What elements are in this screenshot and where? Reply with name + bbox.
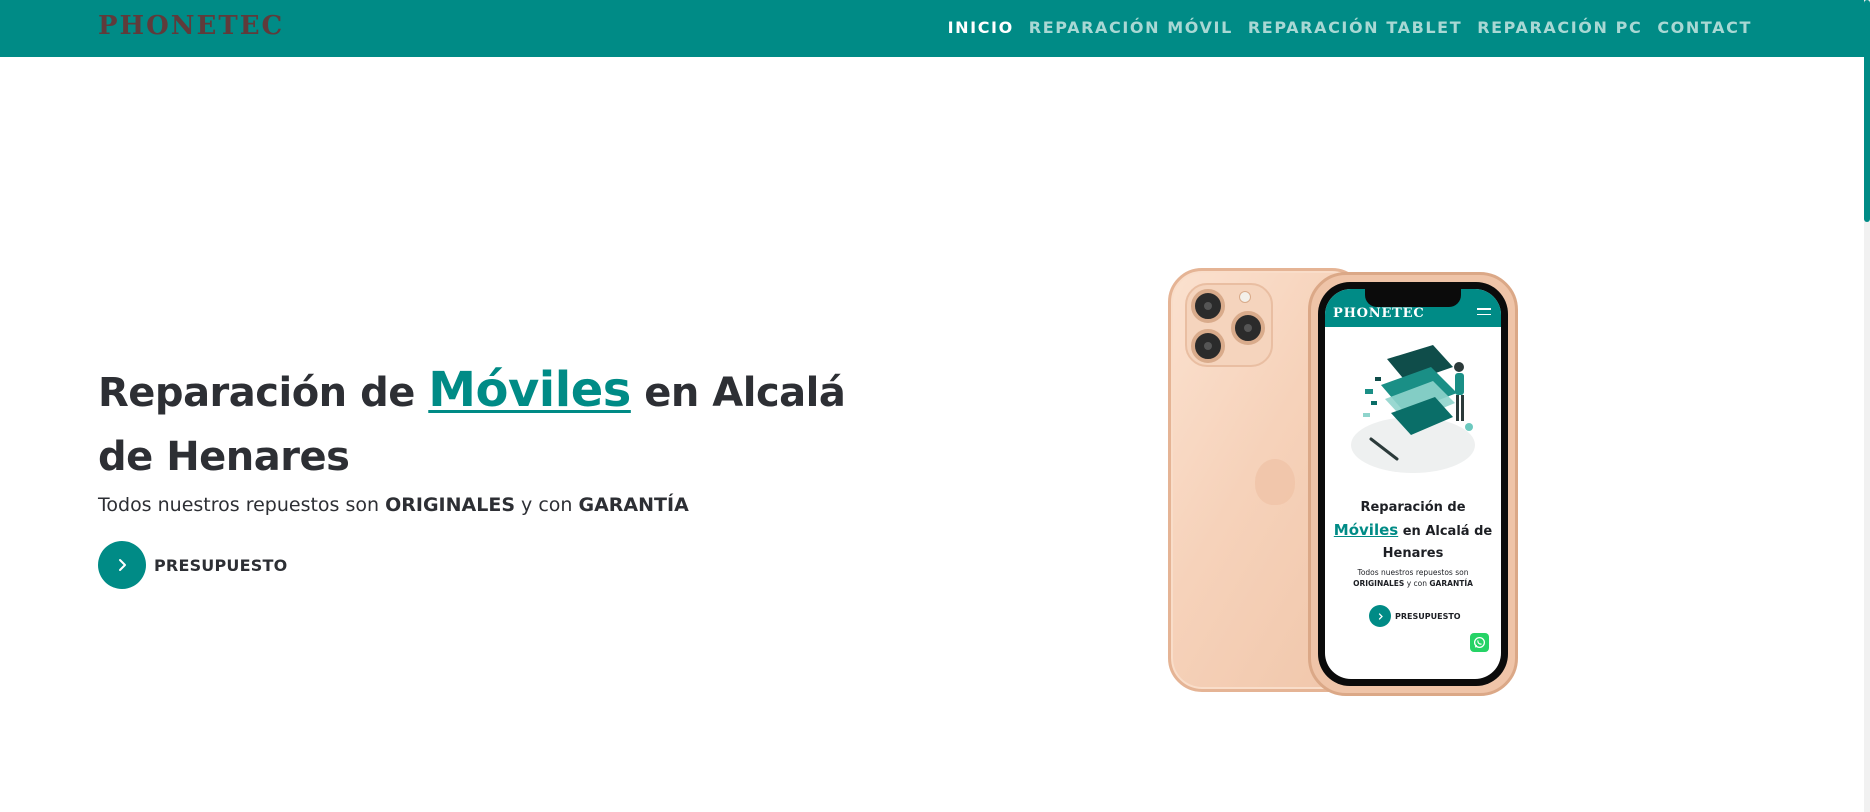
- nav-item-inicio[interactable]: INICIO: [948, 18, 1014, 37]
- screen-sub-middle: y con: [1404, 579, 1430, 588]
- hero-subtitle-garantia: GARANTÍA: [578, 494, 689, 516]
- screen-cta-label: PRESUPUESTO: [1395, 611, 1461, 621]
- phone-notch: [1365, 289, 1461, 307]
- phone-mockup-image: PHONETEC Reparación de Móviles en Alcalá…: [1166, 266, 1528, 696]
- phone-front: PHONETEC Reparación de Móviles en Alcalá…: [1308, 272, 1518, 696]
- hero-subtitle-originales: ORIGINALES: [385, 494, 516, 516]
- hero-subtitle: Todos nuestros repuestos son ORIGINALES …: [98, 494, 689, 516]
- presupuesto-button-label[interactable]: PRESUPUESTO: [154, 556, 287, 575]
- screen-title-line: Reparación de: [1360, 500, 1466, 515]
- hero-title-before: Reparación de: [98, 370, 429, 416]
- nav-item-reparacion-movil[interactable]: REPARACIÓN MÓVIL: [1029, 18, 1233, 37]
- screen-chevron-right-icon: [1369, 605, 1391, 627]
- hero-title: Reparación de Móviles en Alcalá de Henar…: [98, 358, 898, 489]
- screen-logo: PHONETEC: [1333, 306, 1425, 321]
- nav-item-reparacion-pc[interactable]: REPARACIÓN PC: [1477, 18, 1642, 37]
- site-logo[interactable]: PHONETEC: [98, 11, 284, 41]
- hamburger-menu-icon: [1477, 308, 1491, 319]
- screen-sub-prefix: Todos nuestros repuestos son: [1357, 568, 1469, 577]
- camera-module-icon: [1185, 283, 1273, 367]
- chevron-right-icon[interactable]: [98, 541, 146, 589]
- screen-title-highlight: Móviles: [1333, 521, 1399, 539]
- screen-title-after: en Alcalá de Henares: [1382, 524, 1493, 561]
- repair-illustration: [1351, 345, 1475, 473]
- navbar: PHONETEC INICIO REPARACIÓN MÓVIL REPARAC…: [0, 0, 1870, 57]
- screen-title: Reparación de Móviles en Alcalá de Henar…: [1325, 497, 1501, 565]
- hero-title-highlight: Móviles: [428, 362, 631, 418]
- screen-subtitle: Todos nuestros repuestos son ORIGINALES …: [1325, 567, 1501, 589]
- hero-subtitle-middle: y con: [515, 494, 579, 516]
- phone-screen: PHONETEC Reparación de Móviles en Alcalá…: [1325, 289, 1501, 679]
- presupuesto-button[interactable]: PRESUPUESTO: [98, 541, 287, 589]
- nav-item-contact[interactable]: CONTACT: [1657, 18, 1752, 37]
- apple-logo-icon: [1255, 459, 1295, 505]
- scrollbar-track[interactable]: [1864, 0, 1870, 812]
- hero-subtitle-prefix: Todos nuestros repuestos son: [98, 494, 386, 516]
- screen-sub-garantia: GARANTÍA: [1429, 579, 1473, 588]
- whatsapp-icon: [1470, 633, 1489, 652]
- scrollbar-thumb[interactable]: [1864, 0, 1870, 222]
- main-nav: INICIO REPARACIÓN MÓVIL REPARACIÓN TABLE…: [948, 18, 1752, 37]
- screen-presupuesto-button: PRESUPUESTO: [1369, 605, 1461, 627]
- nav-item-reparacion-tablet[interactable]: REPARACIÓN TABLET: [1248, 18, 1462, 37]
- screen-sub-originales: ORIGINALES: [1353, 579, 1405, 588]
